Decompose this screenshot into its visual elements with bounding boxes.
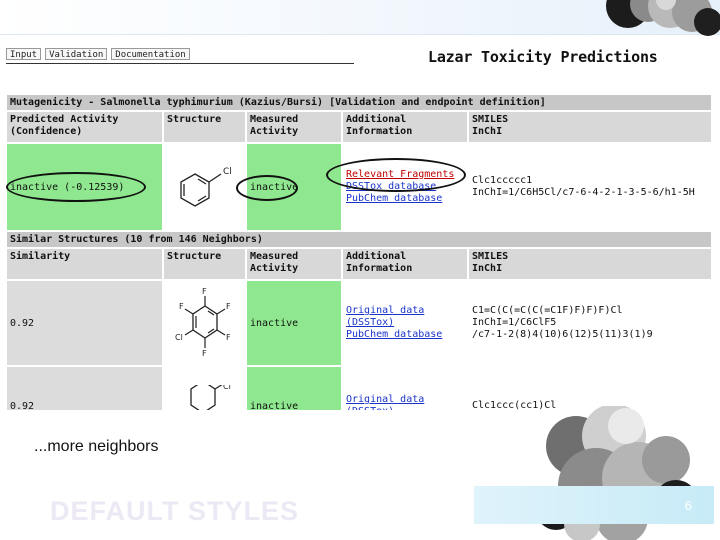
relevant-fragments-link[interactable]: Relevant Fragments (346, 169, 464, 181)
dsstox-database-link[interactable]: DSSTox database (346, 181, 464, 193)
page-number-box: 6 (474, 486, 714, 524)
header-additional-information: Additional Information (341, 110, 469, 144)
more-neighbors-text: ...more neighbors (34, 438, 159, 455)
neighbor-measured-value: inactive (250, 400, 299, 411)
neighbor-measured-cell: inactive (245, 279, 343, 367)
svg-text:F: F (226, 302, 231, 311)
svg-text:Cl: Cl (175, 333, 183, 342)
header-neighbor-additional-line2: Information (346, 263, 413, 274)
similar-structures-bar-text: Similar Structures (10 from 146 Neighbor… (10, 234, 263, 245)
svg-text:F: F (202, 349, 207, 358)
neighbor-additional-cell: Original data (DSSTox) (341, 365, 469, 410)
neighbor-similarity-cell: 0.92 (5, 279, 164, 367)
header-neighbor-additional: Additional Information (341, 247, 469, 281)
prediction-table: Mutagenicity - Salmonella typhimurium (K… (5, 93, 713, 410)
header-neighbor-measured: Measured Activity (245, 247, 343, 281)
prediction-row: inactive (-0.12539) Cl inactive Relevant… (5, 142, 713, 232)
neighbor-structure-cell: Cl (162, 365, 247, 410)
neighbor-additional-cell: Original data (DSSTox) PubChem database (341, 279, 469, 367)
header-structure-label: Structure (167, 114, 222, 125)
tab-validation[interactable]: Validation (45, 48, 108, 60)
neighbor-row: 0.92 F F F F F Cl inactive Original data… (5, 279, 713, 367)
header-measured-line1: Measured (250, 114, 299, 125)
neighbor-structure-cell: F F F F F Cl (162, 279, 247, 367)
header-similarity-label: Similarity (10, 251, 71, 262)
neighbor-measured-value: inactive (250, 317, 299, 329)
neighbor-inchi-line1: InChI=1/C6ClF5 (472, 317, 557, 328)
smiles-inchi-cell: Clc1ccccc1 InChI=1/C6H5Cl/c7-6-4-2-1-3-5… (467, 142, 713, 232)
header-predicted-line2: (Confidence) (10, 126, 83, 137)
similar-structures-bar: Similar Structures (10 from 146 Neighbor… (5, 230, 713, 249)
header-neighbor-structure-label: Structure (167, 251, 222, 262)
header-neighbor-smiles-line2: InChI (472, 263, 503, 274)
page-title: Lazar Toxicity Predictions (428, 48, 658, 66)
header-neighbor-smiles: SMILES InChI (467, 247, 713, 281)
header-similarity: Similarity (5, 247, 164, 281)
neighbor-inchi-line2: /c7-1-2(8)4(10)6(12)5(11)3(1)9 (472, 329, 653, 340)
original-data-dsstox-link[interactable]: Original data (DSSTox) (346, 305, 464, 329)
neighbor-smiles-value: C1=C(C(=C(C(=C1F)F)F)F)Cl (472, 305, 623, 316)
neighbor-row: 0.92 Cl inactive Original data (DSSTox) … (5, 365, 713, 411)
header-measured-activity: Measured Activity (245, 110, 343, 144)
inchi-value: InChI=1/C6H5Cl/c7-6-4-2-1-3-5-6/h1-5H (472, 187, 695, 198)
header-predicted-line1: Predicted Activity (10, 114, 119, 125)
top-divider (0, 34, 720, 35)
tab-documentation[interactable]: Documentation (111, 48, 190, 60)
neighbor-smiles-cell: C1=C(C(=C(C(=C1F)F)F)F)Cl InChI=1/C6ClF5… (467, 279, 713, 367)
header-smiles-line1: SMILES (472, 114, 509, 125)
header-neighbor-additional-line1: Additional (346, 251, 407, 262)
header-additional-line1: Additional (346, 114, 407, 125)
tab-input[interactable]: Input (6, 48, 42, 60)
predicted-activity-cell: inactive (-0.12539) (5, 142, 164, 232)
dichlorobenzene-structure: Cl (190, 379, 231, 410)
pentafluorochlorobenzene-structure: F F F F F Cl (175, 287, 231, 358)
header-neighbor-smiles-line1: SMILES (472, 251, 509, 262)
lazar-nav-tabs: Input Validation Documentation (6, 48, 190, 60)
neighbor-similarity-cell: 0.92 (5, 365, 164, 411)
page-number: 6 (684, 498, 692, 513)
header-neighbor-measured-line2: Activity (250, 263, 299, 274)
additional-info-cell: Relevant Fragments DSSTox database PubCh… (341, 142, 469, 232)
default-styles-watermark: DEFAULT STYLES (50, 496, 300, 526)
neighbor-smiles-cell: Clc1ccc(cc1)Cl (467, 365, 713, 410)
header-smiles-inchi: SMILES InChI (467, 110, 713, 144)
measured-activity-cell: inactive (245, 142, 343, 232)
predicted-activity-value: inactive (-0.12539) (10, 181, 125, 193)
structure-cell: Cl (162, 142, 247, 232)
svg-text:Cl: Cl (223, 385, 231, 391)
header-neighbor-structure: Structure (162, 247, 247, 281)
smiles-value: Clc1ccccc1 (472, 175, 533, 186)
endpoint-bar: Mutagenicity - Salmonella typhimurium (K… (5, 93, 713, 112)
header-smiles-line2: InChI (472, 126, 503, 137)
header-structure: Structure (162, 110, 247, 144)
header-predicted-activity: Predicted Activity (Confidence) (5, 110, 164, 144)
top-gradient-band (0, 0, 720, 34)
neighbor-pubchem-link[interactable]: PubChem database (346, 329, 464, 341)
svg-text:F: F (179, 302, 184, 311)
original-data-dsstox-link[interactable]: Original data (DSSTox) (346, 394, 464, 410)
neighbor-similarity-value: 0.92 (10, 317, 35, 329)
lazar-screenshot: Input Validation Documentation Lazar Tox… (0, 38, 720, 410)
neighbor-similarity-value: 0.92 (10, 400, 35, 411)
svg-text:F: F (202, 287, 207, 296)
pubchem-database-link[interactable]: PubChem database (346, 193, 464, 205)
neighbor-smiles-value: Clc1ccc(cc1)Cl (472, 400, 557, 410)
measured-activity-value: inactive (250, 181, 299, 193)
header-measured-line2: Activity (250, 126, 299, 137)
neighbor-measured-cell: inactive (245, 365, 343, 411)
chlorobenzene-structure: Cl (180, 167, 232, 207)
endpoint-bar-text: Mutagenicity - Salmonella typhimurium (K… (10, 97, 546, 108)
svg-text:Cl: Cl (223, 167, 232, 177)
header-additional-line2: Information (346, 126, 413, 137)
nav-underline (6, 63, 354, 64)
svg-text:F: F (226, 333, 231, 342)
header-neighbor-measured-line1: Measured (250, 251, 299, 262)
